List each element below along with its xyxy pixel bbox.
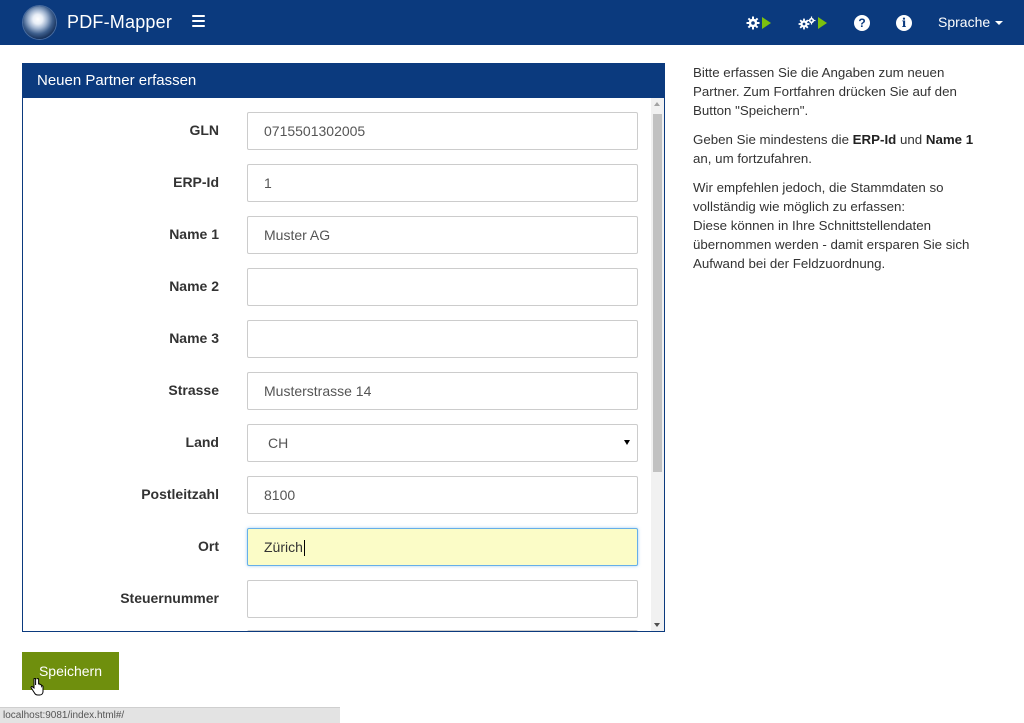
form-row-next [23, 630, 664, 631]
land-select[interactable]: CH [247, 424, 638, 462]
field-label-postleitzahl: Postleitzahl [141, 486, 219, 502]
field-label-name3: Name 3 [169, 330, 219, 346]
field-label-erp-id: ERP-Id [173, 174, 219, 190]
panel-body: GLN 0715501302005 ERP-Id 1 Name 1 Muster… [23, 98, 664, 631]
field-label-gln: GLN [189, 122, 219, 138]
form-row-steuernummer: Steuernummer [23, 580, 664, 618]
form-row-name1: Name 1 Muster AG [23, 216, 664, 254]
scroll-up-arrow-icon[interactable] [654, 102, 660, 106]
next-field-input[interactable] [247, 630, 638, 631]
hamburger-icon[interactable] [192, 15, 205, 29]
gears-play-icon[interactable] [798, 12, 827, 34]
erp-id-input[interactable]: 1 [247, 164, 638, 202]
name2-input[interactable] [247, 268, 638, 306]
name3-input[interactable] [247, 320, 638, 358]
hand-pointer-icon [30, 678, 44, 696]
strasse-input[interactable]: Musterstrasse 14 [247, 372, 638, 410]
app-logo[interactable] [23, 6, 56, 39]
language-label: Sprache [938, 14, 991, 30]
scroll-down-arrow-icon[interactable] [654, 623, 660, 627]
form-row-gln: GLN 0715501302005 [23, 112, 664, 150]
app-brand[interactable]: PDF-Mapper [67, 12, 172, 33]
partner-form-panel: Neuen Partner erfassen GLN 0715501302005… [22, 63, 665, 632]
land-selected-value: CH [268, 435, 289, 451]
form-row-ort: Ort Zürich [23, 528, 664, 566]
steuernummer-input[interactable] [247, 580, 638, 618]
help-paragraph-3: Wir empfehlen jedoch, die Stammdaten so … [693, 180, 970, 271]
help-icon[interactable]: ? [854, 12, 870, 34]
form-row-strasse: Strasse Musterstrasse 14 [23, 372, 664, 410]
field-label-land: Land [185, 434, 219, 450]
caret-down-icon [995, 21, 1004, 26]
postleitzahl-input[interactable]: 8100 [247, 476, 638, 514]
name1-input[interactable]: Muster AG [247, 216, 638, 254]
form-row-erp-id: ERP-Id 1 [23, 164, 664, 202]
scrollbar-thumb[interactable] [653, 114, 662, 472]
text-cursor [303, 540, 305, 557]
gln-input[interactable]: 0715501302005 [247, 112, 638, 150]
help-paragraph-2: Geben Sie mindestens die ERP-Id und Name… [693, 132, 974, 166]
field-label-steuernummer: Steuernummer [120, 590, 219, 606]
field-label-strasse: Strasse [168, 382, 219, 398]
bold-name1: Name 1 [925, 132, 974, 147]
navbar: PDF-Mapper ? i Sprache [0, 0, 1024, 45]
form-row-name2: Name 2 [23, 268, 664, 306]
ort-input[interactable]: Zürich [247, 528, 638, 566]
help-paragraph-1: Bitte erfassen Sie die Angaben zum neuen… [693, 65, 957, 118]
field-label-name1: Name 1 [169, 226, 219, 242]
ort-input-value: Zürich [264, 539, 303, 555]
select-caret-icon [624, 440, 630, 445]
bold-erp-id: ERP-Id [852, 132, 897, 147]
browser-status-bar: localhost:9081/index.html#/ [0, 707, 340, 723]
help-text: Bitte erfassen Sie die Angaben zum neuen… [693, 63, 993, 283]
form-scrollbar[interactable] [651, 98, 664, 631]
field-label-name2: Name 2 [169, 278, 219, 294]
panel-title: Neuen Partner erfassen [23, 64, 664, 98]
language-dropdown[interactable]: Sprache [938, 14, 1004, 30]
form-row-name3: Name 3 [23, 320, 664, 358]
form-row-land: Land CH [23, 424, 664, 462]
info-icon[interactable]: i [896, 12, 912, 34]
field-label-ort: Ort [198, 538, 219, 554]
gear-play-icon[interactable] [746, 12, 771, 34]
form-row-postleitzahl: Postleitzahl 8100 [23, 476, 664, 514]
